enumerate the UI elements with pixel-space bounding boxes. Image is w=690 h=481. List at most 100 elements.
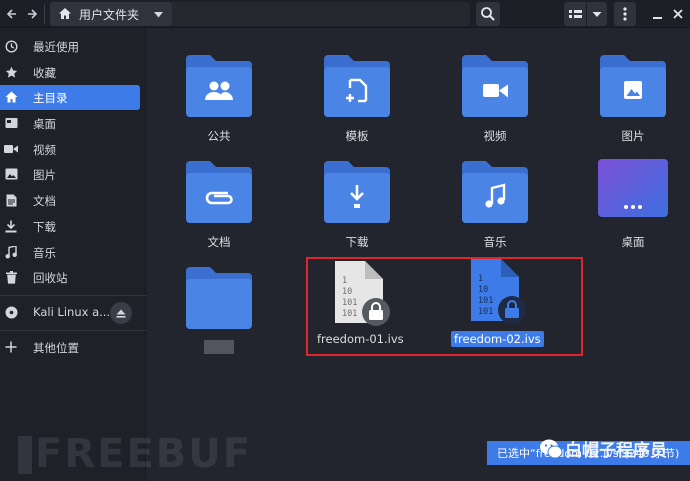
sidebar-item-videos[interactable]: 视频 [0, 137, 140, 162]
sidebar-item-pictures[interactable]: 图片 [0, 162, 140, 187]
view-options-button[interactable] [587, 2, 607, 26]
sidebar-item-label: Kali Linux a... [33, 305, 111, 319]
dots-icon [624, 205, 642, 209]
folder-videos[interactable]: 视频 [435, 53, 555, 144]
list-view-icon [569, 10, 582, 18]
folder-desktop[interactable]: 桌面 [573, 159, 690, 250]
folder-pictures[interactable]: 图片 [573, 53, 690, 144]
folder-icon [600, 55, 666, 117]
folder-icon [462, 161, 528, 223]
sidebar-item-label: 主目录 [33, 91, 68, 105]
minimize-icon [653, 17, 662, 19]
sidebar-separator [0, 295, 146, 296]
header-bar: 用户文件夹 [0, 0, 690, 28]
download-icon [4, 219, 18, 233]
svg-text:10: 10 [478, 285, 488, 295]
path-label: 用户文件夹 [79, 8, 140, 22]
view-toggle-button[interactable] [564, 2, 586, 26]
folder-icon [186, 161, 252, 223]
folder-icon [462, 55, 528, 117]
sidebar-item-label: 其他位置 [33, 341, 79, 355]
star-icon [4, 65, 18, 79]
sidebar-item-recent[interactable]: 最近使用 [0, 34, 140, 59]
sidebar-item-downloads[interactable]: 下载 [0, 214, 140, 239]
folder-public[interactable]: 公共 [159, 53, 279, 144]
watermark-text: 白帽子程序员 [565, 441, 667, 461]
search-icon [481, 7, 495, 21]
folder-unnamed[interactable] [159, 265, 279, 354]
sidebar-item-music[interactable]: 音乐 [0, 240, 140, 265]
sidebar: 最近使用 收藏 主目录 桌面 视频 图片 文档 下载 音乐 回收站 Kali L… [0, 29, 146, 481]
trash-icon [4, 270, 18, 284]
close-button[interactable] [668, 2, 688, 26]
sidebar-item-trash[interactable]: 回收站 [0, 265, 140, 290]
folder-music[interactable]: 音乐 [435, 159, 555, 250]
folder-label: 视频 [483, 129, 507, 143]
sidebar-item-other-locations[interactable]: 其他位置 [0, 335, 140, 360]
file-view[interactable]: 公共 模板 视频 图片 文档 下载 音乐 桌面 1 10 101 101 fre… [147, 29, 690, 481]
plus-icon [4, 340, 18, 354]
video-icon [4, 142, 18, 156]
minimize-button[interactable] [648, 2, 668, 26]
sidebar-item-label: 文档 [33, 194, 56, 208]
sidebar-item-desktop[interactable]: 桌面 [0, 111, 140, 136]
sidebar-item-label: 桌面 [33, 117, 56, 131]
sidebar-item-label: 收藏 [33, 66, 56, 80]
watermark-brand: FREEBUF [35, 431, 253, 477]
svg-text:101: 101 [478, 307, 493, 317]
file-label[interactable]: freedom-01.ivs [317, 332, 404, 346]
document-icon [4, 193, 18, 207]
main-menu-button[interactable] [614, 2, 636, 26]
watermark-logo-bar [18, 436, 32, 474]
sidebar-item-label: 图片 [33, 168, 56, 182]
sidebar-item-home[interactable]: 主目录 [0, 85, 140, 110]
folder-icon [186, 267, 252, 329]
folder-label: 公共 [207, 129, 231, 143]
sidebar-item-starred[interactable]: 收藏 [0, 60, 140, 85]
wechat-logo-icon [540, 439, 563, 459]
folder-icon [324, 55, 390, 117]
folder-label: 图片 [621, 129, 645, 143]
path-bar[interactable] [172, 2, 470, 26]
disc-icon [4, 305, 18, 319]
sidebar-item-label: 音乐 [33, 246, 56, 260]
caret-down-icon [592, 12, 602, 17]
image-icon [624, 81, 642, 99]
svg-text:101: 101 [478, 296, 493, 306]
folder-label: 桌面 [621, 235, 645, 249]
file-label-selected[interactable]: freedom-02.ivs [451, 331, 544, 347]
svg-text:10: 10 [342, 287, 352, 297]
music-icon [4, 245, 18, 259]
locked-binary-file-icon[interactable]: 110101101 [469, 259, 527, 325]
back-button[interactable] [2, 3, 22, 25]
locked-binary-file-icon[interactable]: 110101101 [333, 261, 391, 327]
folder-downloads[interactable]: 下载 [297, 159, 417, 250]
sidebar-item-device[interactable]: Kali Linux a... [0, 300, 146, 325]
folder-label: 音乐 [483, 235, 507, 249]
home-icon [4, 90, 18, 104]
arrow-left-icon [6, 9, 16, 19]
caret-down-icon [154, 12, 163, 18]
sidebar-item-documents[interactable]: 文档 [0, 188, 140, 213]
kebab-menu-icon [623, 7, 627, 21]
desktop-icon [4, 116, 18, 130]
folder-icon [324, 161, 390, 223]
clock-icon [4, 39, 18, 53]
folder-label: 文档 [207, 235, 231, 249]
sidebar-separator [0, 330, 146, 331]
folder-label: 模板 [345, 129, 369, 143]
svg-text:1: 1 [342, 276, 347, 286]
svg-text:101: 101 [342, 309, 357, 319]
eject-button[interactable] [110, 302, 132, 324]
folder-label: 下载 [345, 235, 369, 249]
sidebar-item-label: 回收站 [33, 271, 68, 285]
forward-button[interactable] [22, 3, 42, 25]
search-button[interactable] [476, 2, 500, 26]
sidebar-item-label: 最近使用 [33, 40, 79, 54]
sidebar-item-label: 视频 [33, 143, 56, 157]
folder-templates[interactable]: 模板 [297, 53, 417, 144]
folder-documents[interactable]: 文档 [159, 159, 279, 250]
path-button-home[interactable]: 用户文件夹 [50, 2, 172, 26]
desktop-folder-icon [598, 159, 668, 217]
sidebar-item-label: 下载 [33, 220, 56, 234]
